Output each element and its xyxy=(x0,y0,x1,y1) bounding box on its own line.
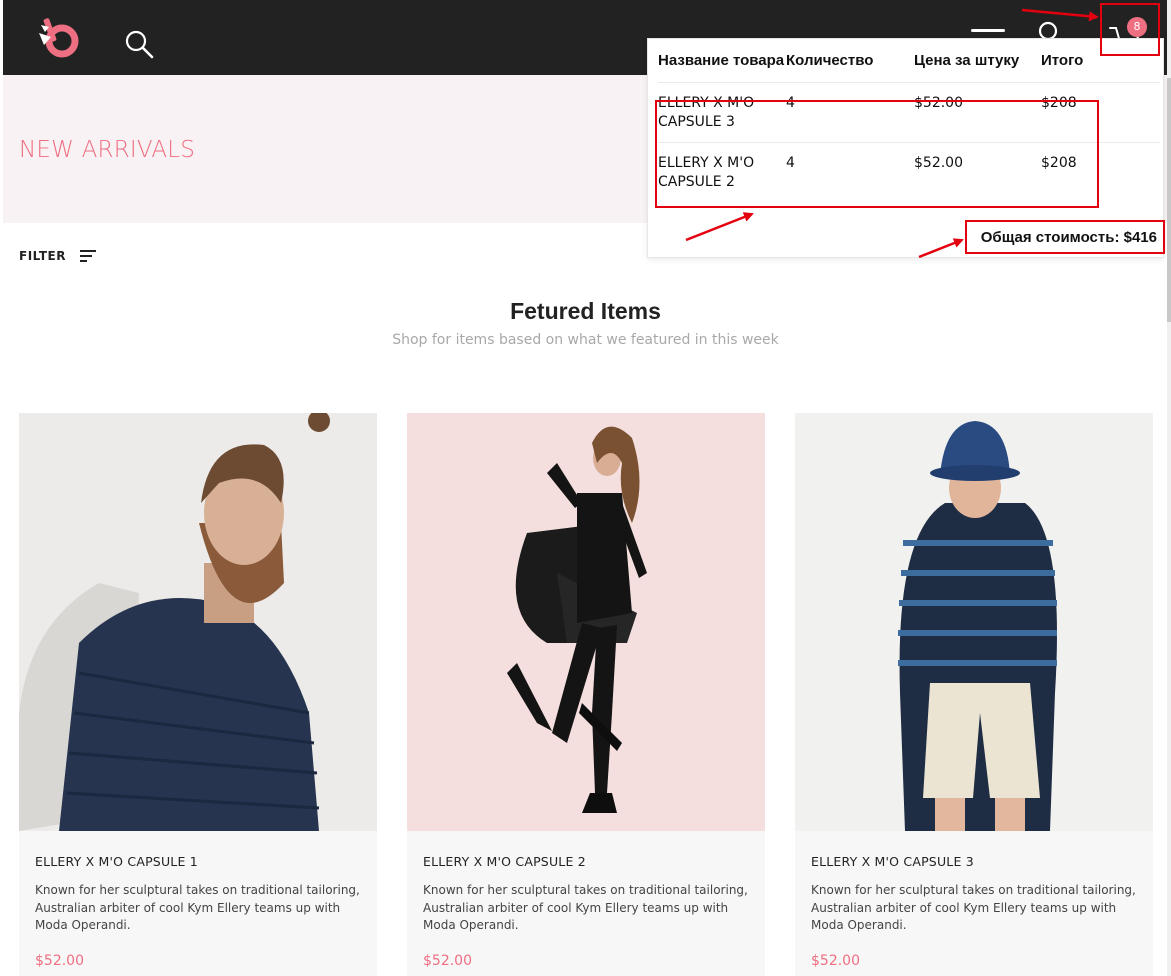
product-name[interactable]: ELLERY X M'O CAPSULE 2 xyxy=(423,854,586,869)
cart-total-value: $416 xyxy=(1123,229,1157,246)
cart-row: ELLERY X M'O CAPSULE 3 4 $52.00 $208 xyxy=(658,82,1160,143)
product-description: Known for her sculptural takes on tradit… xyxy=(811,883,1136,932)
cart-item-name: ELLERY X M'O CAPSULE 3 xyxy=(658,82,786,143)
section-subtitle: Shop for items based on what we featured… xyxy=(392,332,779,348)
product-price: $52.00 xyxy=(811,953,860,969)
product-image-1[interactable] xyxy=(19,413,377,831)
search-icon[interactable] xyxy=(122,27,156,61)
cart-row: ELLERY X M'O CAPSULE 2 4 $52.00 $208 xyxy=(658,142,1160,202)
page-scrollbar[interactable] xyxy=(1167,0,1171,976)
cart-table: Название товара Количество Цена за штуку… xyxy=(658,39,1160,202)
filter-lines-icon xyxy=(79,250,96,262)
product-name[interactable]: ELLERY X M'O CAPSULE 3 xyxy=(811,854,974,869)
cart-col-unit-price: Цена за штуку xyxy=(914,52,1020,69)
cart-header-row: Название товара Количество Цена за штуку… xyxy=(658,39,1160,83)
product-description: Known for her sculptural takes on tradit… xyxy=(423,883,748,932)
cart-total: Общая стоимость: $416 xyxy=(981,229,1157,246)
cart-item-total: $208 xyxy=(1041,142,1160,202)
cart-item-total: $208 xyxy=(1041,82,1160,143)
filter-toggle[interactable]: FILTER xyxy=(19,249,96,263)
product-name[interactable]: ELLERY X M'O CAPSULE 1 xyxy=(35,854,198,869)
cart-item-unit-price: $52.00 xyxy=(914,82,1041,143)
product-image-3[interactable] xyxy=(795,413,1153,831)
cart-dropdown: Название товара Количество Цена за штуку… xyxy=(647,38,1164,258)
product-image-2[interactable] xyxy=(407,413,765,831)
product-card-1[interactable]: ELLERY X M'O CAPSULE 1 Known for her scu… xyxy=(19,413,377,976)
cart-item-quantity: 4 xyxy=(786,82,914,143)
cart-col-product: Название товара xyxy=(658,52,785,69)
cart-count-badge: 8 xyxy=(1127,17,1147,37)
brand-logo-icon[interactable] xyxy=(35,15,85,59)
section-title: Fetured Items xyxy=(510,298,661,324)
cart-total-label: Общая стоимость: xyxy=(980,229,1120,246)
product-description: Known for her sculptural takes on tradit… xyxy=(35,883,360,932)
product-price: $52.00 xyxy=(35,953,84,969)
product-price: $52.00 xyxy=(423,953,472,969)
product-card-2[interactable]: ELLERY X M'O CAPSULE 2 Known for her scu… xyxy=(407,413,765,976)
cart-item-name: ELLERY X M'O CAPSULE 2 xyxy=(658,142,786,202)
hero-title: NEW ARRIVALS xyxy=(19,137,196,163)
filter-label: FILTER xyxy=(19,249,66,263)
cart-col-quantity: Количество xyxy=(786,52,874,69)
cart-item-quantity: 4 xyxy=(786,142,914,202)
cart-col-total: Итого xyxy=(1041,52,1084,69)
cart-item-unit-price: $52.00 xyxy=(914,142,1041,202)
scrollbar-thumb[interactable] xyxy=(1167,78,1171,322)
product-card-3[interactable]: ELLERY X M'O CAPSULE 3 Known for her scu… xyxy=(795,413,1153,976)
